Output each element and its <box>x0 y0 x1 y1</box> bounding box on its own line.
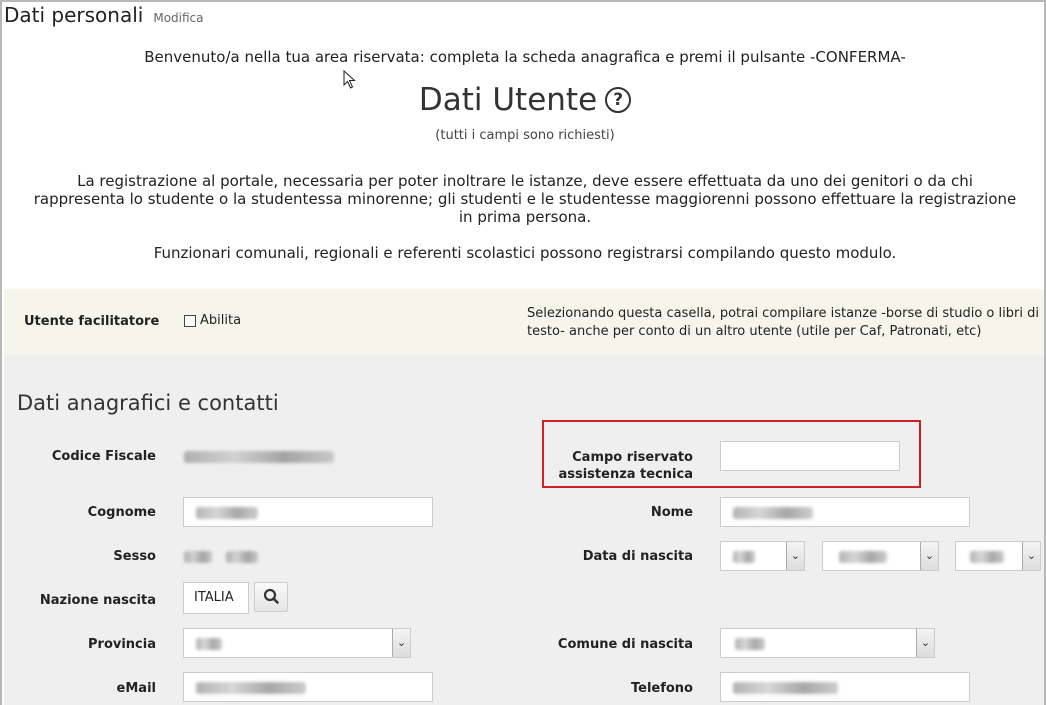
birth-country-field[interactable]: ITALIA <box>183 582 249 614</box>
phone-value <box>733 682 838 694</box>
email-label: eMail <box>116 681 156 696</box>
birth-country-label: Nazione nascita <box>39 593 156 608</box>
birth-day-value <box>733 551 755 563</box>
birth-year-select[interactable]: ⌄ <box>955 541 1041 571</box>
surname-value <box>196 507 258 519</box>
search-button[interactable] <box>254 582 288 612</box>
section-title: Dati anagrafici e contatti <box>17 391 279 415</box>
search-icon <box>263 588 279 604</box>
officials-info: Funzionari comunali, regionali e referen… <box>153 244 897 262</box>
birth-month-value <box>839 551 887 563</box>
surname-label: Cognome <box>87 505 156 520</box>
edit-link[interactable]: Modifica <box>153 11 203 25</box>
tech-support-field[interactable] <box>720 441 900 471</box>
personal-data-form: Dati anagrafici e contatti Codice Fiscal… <box>4 355 1044 705</box>
province-value <box>196 638 222 650</box>
help-icon[interactable]: ? <box>605 87 632 113</box>
birth-town-select[interactable]: ⌄ <box>720 628 935 658</box>
facilitator-section: Utente facilitatore Abilita Selezionando… <box>4 289 1044 355</box>
facilitator-label: Utente facilitatore <box>24 314 160 329</box>
tech-support-label: Campo riservato assistenza tecnica <box>558 450 693 482</box>
birth-town-value <box>735 638 765 650</box>
sex-option-f[interactable] <box>226 551 258 563</box>
birth-town-label: Comune di nascita <box>557 637 693 652</box>
user-data-heading: Dati Utente? <box>2 82 1044 118</box>
birth-date-label: Data di nascita <box>582 549 693 564</box>
page-frame: Dati personali Modifica Benvenuto/a nell… <box>0 0 1046 705</box>
chevron-down-icon: ⌄ <box>916 629 934 657</box>
tax-code-value <box>184 451 334 463</box>
chevron-down-icon: ⌄ <box>1022 542 1040 570</box>
tax-code-label: Codice Fiscale <box>51 449 156 464</box>
province-select[interactable]: ⌄ <box>183 628 411 658</box>
page-header: Dati personali Modifica <box>4 3 204 27</box>
name-label: Nome <box>650 505 693 520</box>
welcome-message: Benvenuto/a nella tua area riservata: co… <box>144 48 906 66</box>
chevron-down-icon: ⌄ <box>920 542 938 570</box>
chevron-down-icon: ⌄ <box>786 542 804 570</box>
name-value <box>733 507 813 519</box>
province-label: Provincia <box>88 637 156 652</box>
surname-field[interactable] <box>183 497 433 527</box>
required-note: (tutti i campi sono richiesti) <box>435 128 615 143</box>
phone-field[interactable] <box>720 672 970 702</box>
facilitator-checkbox-label[interactable]: Abilita <box>200 313 241 328</box>
email-value <box>196 682 306 694</box>
name-field[interactable] <box>720 497 970 527</box>
phone-label: Telefono <box>630 681 693 696</box>
page-title: Dati personali <box>4 3 144 27</box>
heading-text: Dati Utente <box>418 82 598 118</box>
birth-day-select[interactable]: ⌄ <box>720 541 805 571</box>
birth-month-select[interactable]: ⌄ <box>822 541 939 571</box>
mouse-cursor-icon <box>343 70 356 89</box>
birth-year-value <box>970 551 1004 563</box>
sex-label: Sesso <box>113 549 156 564</box>
email-field[interactable] <box>183 672 433 702</box>
sex-option-m[interactable] <box>184 551 212 563</box>
registration-info: La registrazione al portale, necessaria … <box>33 172 1017 226</box>
facilitator-checkbox[interactable] <box>184 315 196 327</box>
facilitator-note: Selezionando questa casella, potrai comp… <box>527 306 1039 339</box>
chevron-down-icon: ⌄ <box>392 629 410 657</box>
